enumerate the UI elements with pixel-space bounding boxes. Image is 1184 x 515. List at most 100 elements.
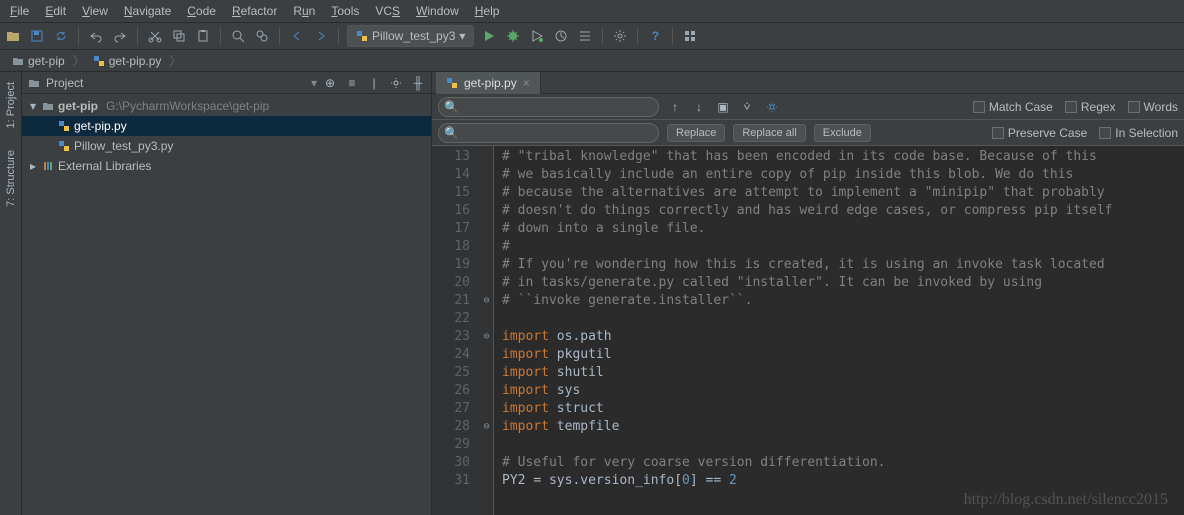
chevron-down-icon: ▾ [459, 29, 465, 43]
sidebar-tab-project[interactable]: 1: Project [3, 76, 19, 134]
python-file-icon [58, 140, 70, 152]
expand-icon[interactable]: ▸ [28, 159, 38, 173]
crumb-separator-icon: 〉 [169, 52, 181, 69]
menu-code[interactable]: Code [181, 2, 222, 20]
forward-icon[interactable] [312, 27, 330, 45]
crumb-separator-icon: 〉 [73, 52, 85, 69]
close-icon[interactable]: × [523, 76, 530, 90]
menu-file[interactable]: File [4, 2, 35, 20]
tree-external-libs[interactable]: ▸ External Libraries [22, 156, 431, 176]
gear-icon[interactable] [389, 76, 403, 90]
project-tree: ▾ get-pip G:\PycharmWorkspace\get-pip ge… [22, 94, 431, 515]
menu-help[interactable]: Help [469, 2, 506, 20]
editor-column: get-pip.py × 🔍 ↑ ↓ ▣ ⩒ Match Case Regex … [432, 72, 1184, 515]
menu-refactor[interactable]: Refactor [226, 2, 283, 20]
prev-match-icon[interactable]: ↑ [667, 100, 683, 114]
search-icon: 🔍 [444, 100, 459, 114]
menu-vcs[interactable]: VCS [369, 2, 406, 20]
project-panel-header: Project ▾ ⊕ ≡ | ╫ [22, 72, 431, 94]
redo-icon[interactable] [111, 27, 129, 45]
panel-title: Project [46, 76, 305, 90]
code-body[interactable]: # "tribal knowledge" that has been encod… [494, 146, 1184, 515]
menu-tools[interactable]: Tools [325, 2, 365, 20]
menu-run[interactable]: Run [287, 2, 321, 20]
run-config-label: Pillow_test_py3 [372, 29, 455, 43]
tree-file-label: get-pip.py [74, 119, 127, 133]
run-icon[interactable] [480, 27, 498, 45]
main-row: 1: Project 7: Structure Project ▾ ⊕ ≡ | … [0, 72, 1184, 515]
gear-icon[interactable] [763, 98, 781, 116]
python-file-icon [93, 55, 105, 67]
menu-navigate[interactable]: Navigate [118, 2, 177, 20]
help-icon[interactable]: ? [646, 27, 664, 45]
tree-external-label: External Libraries [58, 159, 151, 173]
replace-input[interactable] [438, 123, 659, 143]
filter-icon[interactable]: ⩒ [739, 99, 755, 114]
paste-icon[interactable] [194, 27, 212, 45]
hide-panel-icon[interactable]: ╫ [411, 76, 425, 90]
menu-view[interactable]: View [76, 2, 114, 20]
select-all-icon[interactable]: ▣ [715, 100, 731, 114]
collapse-all-icon[interactable]: ≡ [345, 76, 359, 90]
words-checkbox[interactable]: Words [1128, 100, 1178, 114]
crumb-root-label: get-pip [28, 54, 65, 68]
run-config-select[interactable]: Pillow_test_py3 ▾ [347, 25, 474, 47]
in-selection-checkbox[interactable]: In Selection [1099, 126, 1178, 140]
chevron-down-icon[interactable]: ▾ [311, 76, 317, 90]
crumb-root[interactable]: get-pip [6, 54, 71, 68]
debug-icon[interactable] [504, 27, 522, 45]
back-icon[interactable] [288, 27, 306, 45]
python-file-icon [446, 77, 458, 89]
regex-checkbox[interactable]: Regex [1065, 100, 1116, 114]
menu-bar: File Edit View Navigate Code Refactor Ru… [0, 0, 1184, 22]
replace-all-button[interactable]: Replace all [733, 124, 805, 142]
left-gutter: 1: Project 7: Structure [0, 72, 22, 515]
preserve-case-checkbox[interactable]: Preserve Case [992, 126, 1087, 140]
tree-root[interactable]: ▾ get-pip G:\PycharmWorkspace\get-pip [22, 96, 431, 116]
tree-root-name: get-pip [58, 99, 98, 113]
replace-button[interactable]: Replace [667, 124, 725, 142]
tree-root-path: G:\PycharmWorkspace\get-pip [106, 99, 269, 113]
match-case-checkbox[interactable]: Match Case [973, 100, 1053, 114]
sidebar-tab-structure[interactable]: 7: Structure [3, 144, 19, 213]
editor-tab[interactable]: get-pip.py × [436, 72, 541, 94]
python-file-icon [58, 120, 70, 132]
replace-icon[interactable] [253, 27, 271, 45]
search-everywhere-icon[interactable] [681, 27, 699, 45]
main-toolbar: Pillow_test_py3 ▾ ? [0, 22, 1184, 50]
locate-icon[interactable]: ⊕ [323, 76, 337, 90]
folder-icon [12, 55, 24, 67]
find-bar: 🔍 ↑ ↓ ▣ ⩒ Match Case Regex Words [432, 94, 1184, 120]
line-gutter: 13141516171819202122232425262728293031 [432, 146, 480, 515]
tree-file[interactable]: Pillow_test_py3.py [22, 136, 431, 156]
sync-icon[interactable] [52, 27, 70, 45]
search-icon: 🔍 [444, 126, 459, 140]
undo-icon[interactable] [87, 27, 105, 45]
replace-bar: 🔍 Replace Replace all Exclude Preserve C… [432, 120, 1184, 146]
concurrent-icon[interactable] [576, 27, 594, 45]
fold-gutter: ⊖⊖⊖ [480, 146, 494, 515]
open-icon[interactable] [4, 27, 22, 45]
copy-icon[interactable] [170, 27, 188, 45]
editor-tabs: get-pip.py × [432, 72, 1184, 94]
exclude-button[interactable]: Exclude [814, 124, 871, 142]
coverage-icon[interactable] [528, 27, 546, 45]
cut-icon[interactable] [146, 27, 164, 45]
tree-file[interactable]: get-pip.py [22, 116, 431, 136]
expand-icon[interactable]: ▾ [28, 99, 38, 113]
project-icon [28, 77, 40, 89]
menu-edit[interactable]: Edit [39, 2, 72, 20]
libraries-icon [42, 160, 54, 172]
save-icon[interactable] [28, 27, 46, 45]
crumb-file[interactable]: get-pip.py [87, 54, 168, 68]
find-input[interactable] [438, 97, 659, 117]
find-icon[interactable] [229, 27, 247, 45]
code-area[interactable]: 13141516171819202122232425262728293031 ⊖… [432, 146, 1184, 515]
crumb-file-label: get-pip.py [109, 54, 162, 68]
settings-icon[interactable] [611, 27, 629, 45]
menu-window[interactable]: Window [410, 2, 465, 20]
profile-icon[interactable] [552, 27, 570, 45]
editor-tab-label: get-pip.py [464, 76, 517, 90]
breadcrumb-bar: get-pip 〉 get-pip.py 〉 [0, 50, 1184, 72]
next-match-icon[interactable]: ↓ [691, 100, 707, 114]
